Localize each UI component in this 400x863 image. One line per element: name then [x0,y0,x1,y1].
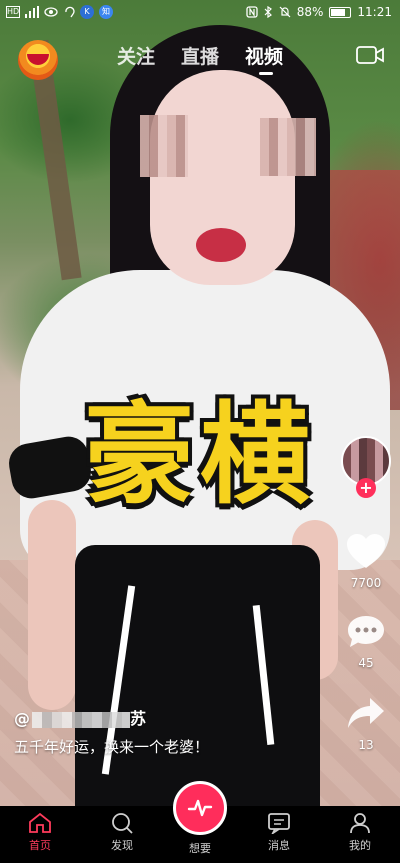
share-button[interactable]: 13 [339,696,393,752]
clock: 11:21 [357,5,392,19]
mute-icon [279,6,291,18]
status-bar: HD K 知 88% 11:21 [0,0,400,26]
camera-icon[interactable] [356,45,384,65]
comment-icon [348,616,384,647]
message-icon [268,813,290,834]
nav-want-label: 想要 [189,842,211,855]
app-logo-mark [27,54,49,65]
hd-icon: HD [6,6,20,18]
like-count: 7700 [350,576,382,590]
nav-want[interactable]: 想要 [170,840,230,856]
battery-percent: 88% [296,5,324,19]
tab-video[interactable]: 视频 [245,42,283,69]
active-tab-indicator [259,72,273,75]
person-skirt [75,545,320,806]
search-icon [112,813,133,834]
tab-live[interactable]: 直播 [181,42,219,69]
video-description: 五千年好运，换来一个老婆！ [14,738,210,756]
author-name[interactable]: @ 苏 [14,705,146,729]
person-arm-left [28,500,76,710]
comment-button[interactable]: 45 [339,614,393,670]
author-at: @ [14,709,30,728]
video-caption-overlay: 豪横 [84,391,316,519]
bluetooth-icon [264,6,272,18]
follow-plus-button[interactable]: + [356,478,376,498]
status-right-icons: 88% 11:21 [246,5,392,19]
author-name-suffix: 苏 [130,709,147,728]
nfc-badge-icon: 知 [99,5,113,19]
tab-following[interactable]: 关注 [117,42,155,69]
heart-icon [347,534,385,568]
nav-me-label: 我的 [349,839,371,852]
nav-discover-label: 发现 [111,839,133,852]
create-button[interactable] [173,781,227,835]
nav-discover[interactable]: 发现 [92,812,152,853]
share-count: 13 [358,738,374,752]
nav-home[interactable]: 首页 [10,812,70,853]
k-badge-icon: K [80,5,94,19]
battery-icon [329,6,352,18]
share-icon [348,698,384,728]
signal-icon [25,6,39,18]
ear-icon [65,6,75,18]
user-icon [350,813,370,834]
face-mosaic-right [260,118,316,176]
eye-icon [44,7,58,17]
nfc-icon [246,6,258,18]
pulse-icon [187,799,213,817]
top-nav: 关注 直播 视频 [0,30,400,80]
like-button[interactable]: 7700 [339,534,393,590]
comment-count: 45 [358,656,374,670]
nav-messages[interactable]: 消息 [249,812,309,853]
app-logo[interactable] [18,40,58,80]
person-mouth [196,228,246,262]
nav-me[interactable]: 我的 [330,812,390,853]
home-icon [29,812,51,833]
author-name-mosaic [32,711,130,728]
face-mosaic-left [140,115,188,177]
status-left-icons: HD K 知 [6,5,113,19]
nav-home-label: 首页 [29,839,51,852]
nav-messages-label: 消息 [268,839,290,852]
